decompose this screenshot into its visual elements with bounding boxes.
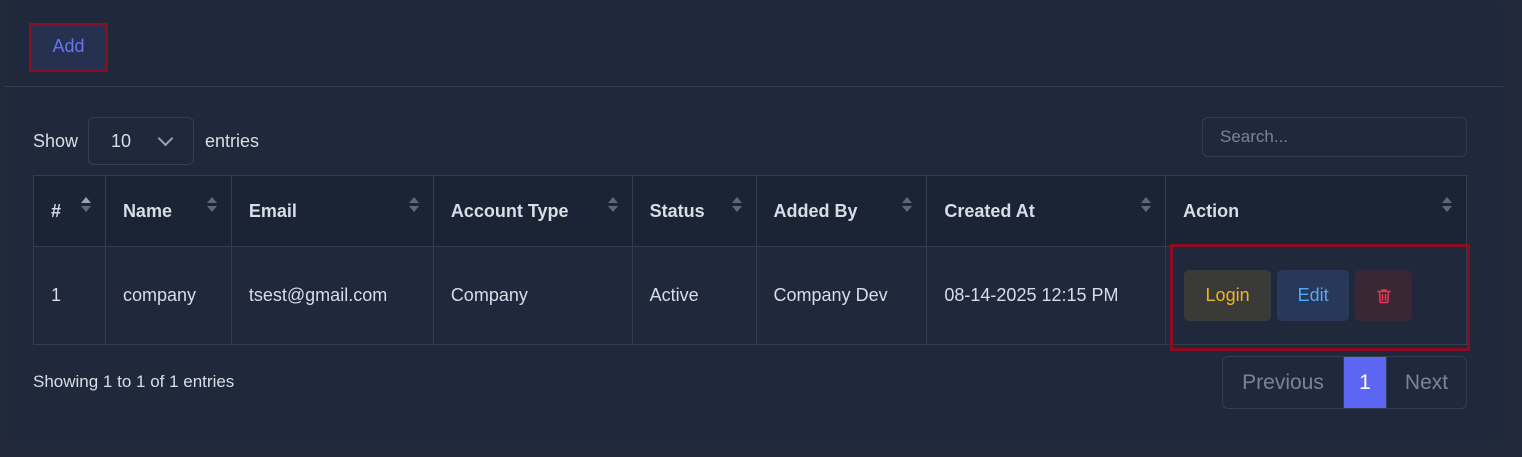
sort-icon [206,197,217,215]
search-input[interactable] [1202,117,1467,157]
page-1-button[interactable]: 1 [1344,357,1386,408]
sort-icon [408,197,419,215]
cell-account-type: Company [432,246,633,345]
column-header-created-at[interactable]: Created At [926,175,1167,247]
cell-created-at: 08-14-2025 12:15 PM [926,246,1167,345]
add-button[interactable]: Add [29,23,108,72]
entries-select-value: 10 [111,130,132,151]
next-page-button[interactable]: Next [1386,357,1466,408]
login-button[interactable]: Login [1184,270,1272,321]
sort-icon [607,197,618,215]
previous-page-button[interactable]: Previous [1223,357,1344,408]
cell-added-by: Company Dev [755,246,928,345]
column-header-added-by[interactable]: Added By [755,175,928,247]
cell-number: 1 [33,246,106,345]
cell-actions: Login Edit [1165,246,1467,345]
entries-label: entries [205,130,260,151]
column-header-account-type[interactable]: Account Type [432,175,633,247]
sort-icon [1141,197,1152,215]
column-header-action[interactable]: Action [1165,175,1467,247]
sort-icon [80,197,91,215]
table-header-row: # Name Email Account Type Status Added B… [33,175,1467,247]
column-header-email[interactable]: Email [230,175,434,247]
table-info: Showing 1 to 1 of 1 entries [33,372,235,391]
sort-icon [902,197,913,215]
cell-email: tsest@gmail.com [230,246,434,345]
sort-icon [731,197,742,215]
chevron-down-icon [157,130,174,147]
cell-name: company [104,246,232,345]
length-control: Show 10 entries [33,117,259,165]
show-label: Show [33,130,79,151]
users-table: # Name Email Account Type Status Added B… [33,175,1467,345]
column-header-number[interactable]: # [33,175,106,247]
card-header: Add [4,2,1503,87]
column-header-name[interactable]: Name [104,175,232,247]
sort-icon [1442,197,1452,215]
pagination: Previous 1 Next [1222,356,1467,409]
edit-button[interactable]: Edit [1277,270,1350,321]
trash-icon [1376,288,1391,303]
column-header-status[interactable]: Status [631,175,757,247]
delete-button[interactable] [1355,270,1413,321]
table-row: 1 company tsest@gmail.com Company Active… [33,246,1467,345]
entries-select[interactable]: 10 [88,117,195,165]
cell-status: Active [631,246,757,345]
